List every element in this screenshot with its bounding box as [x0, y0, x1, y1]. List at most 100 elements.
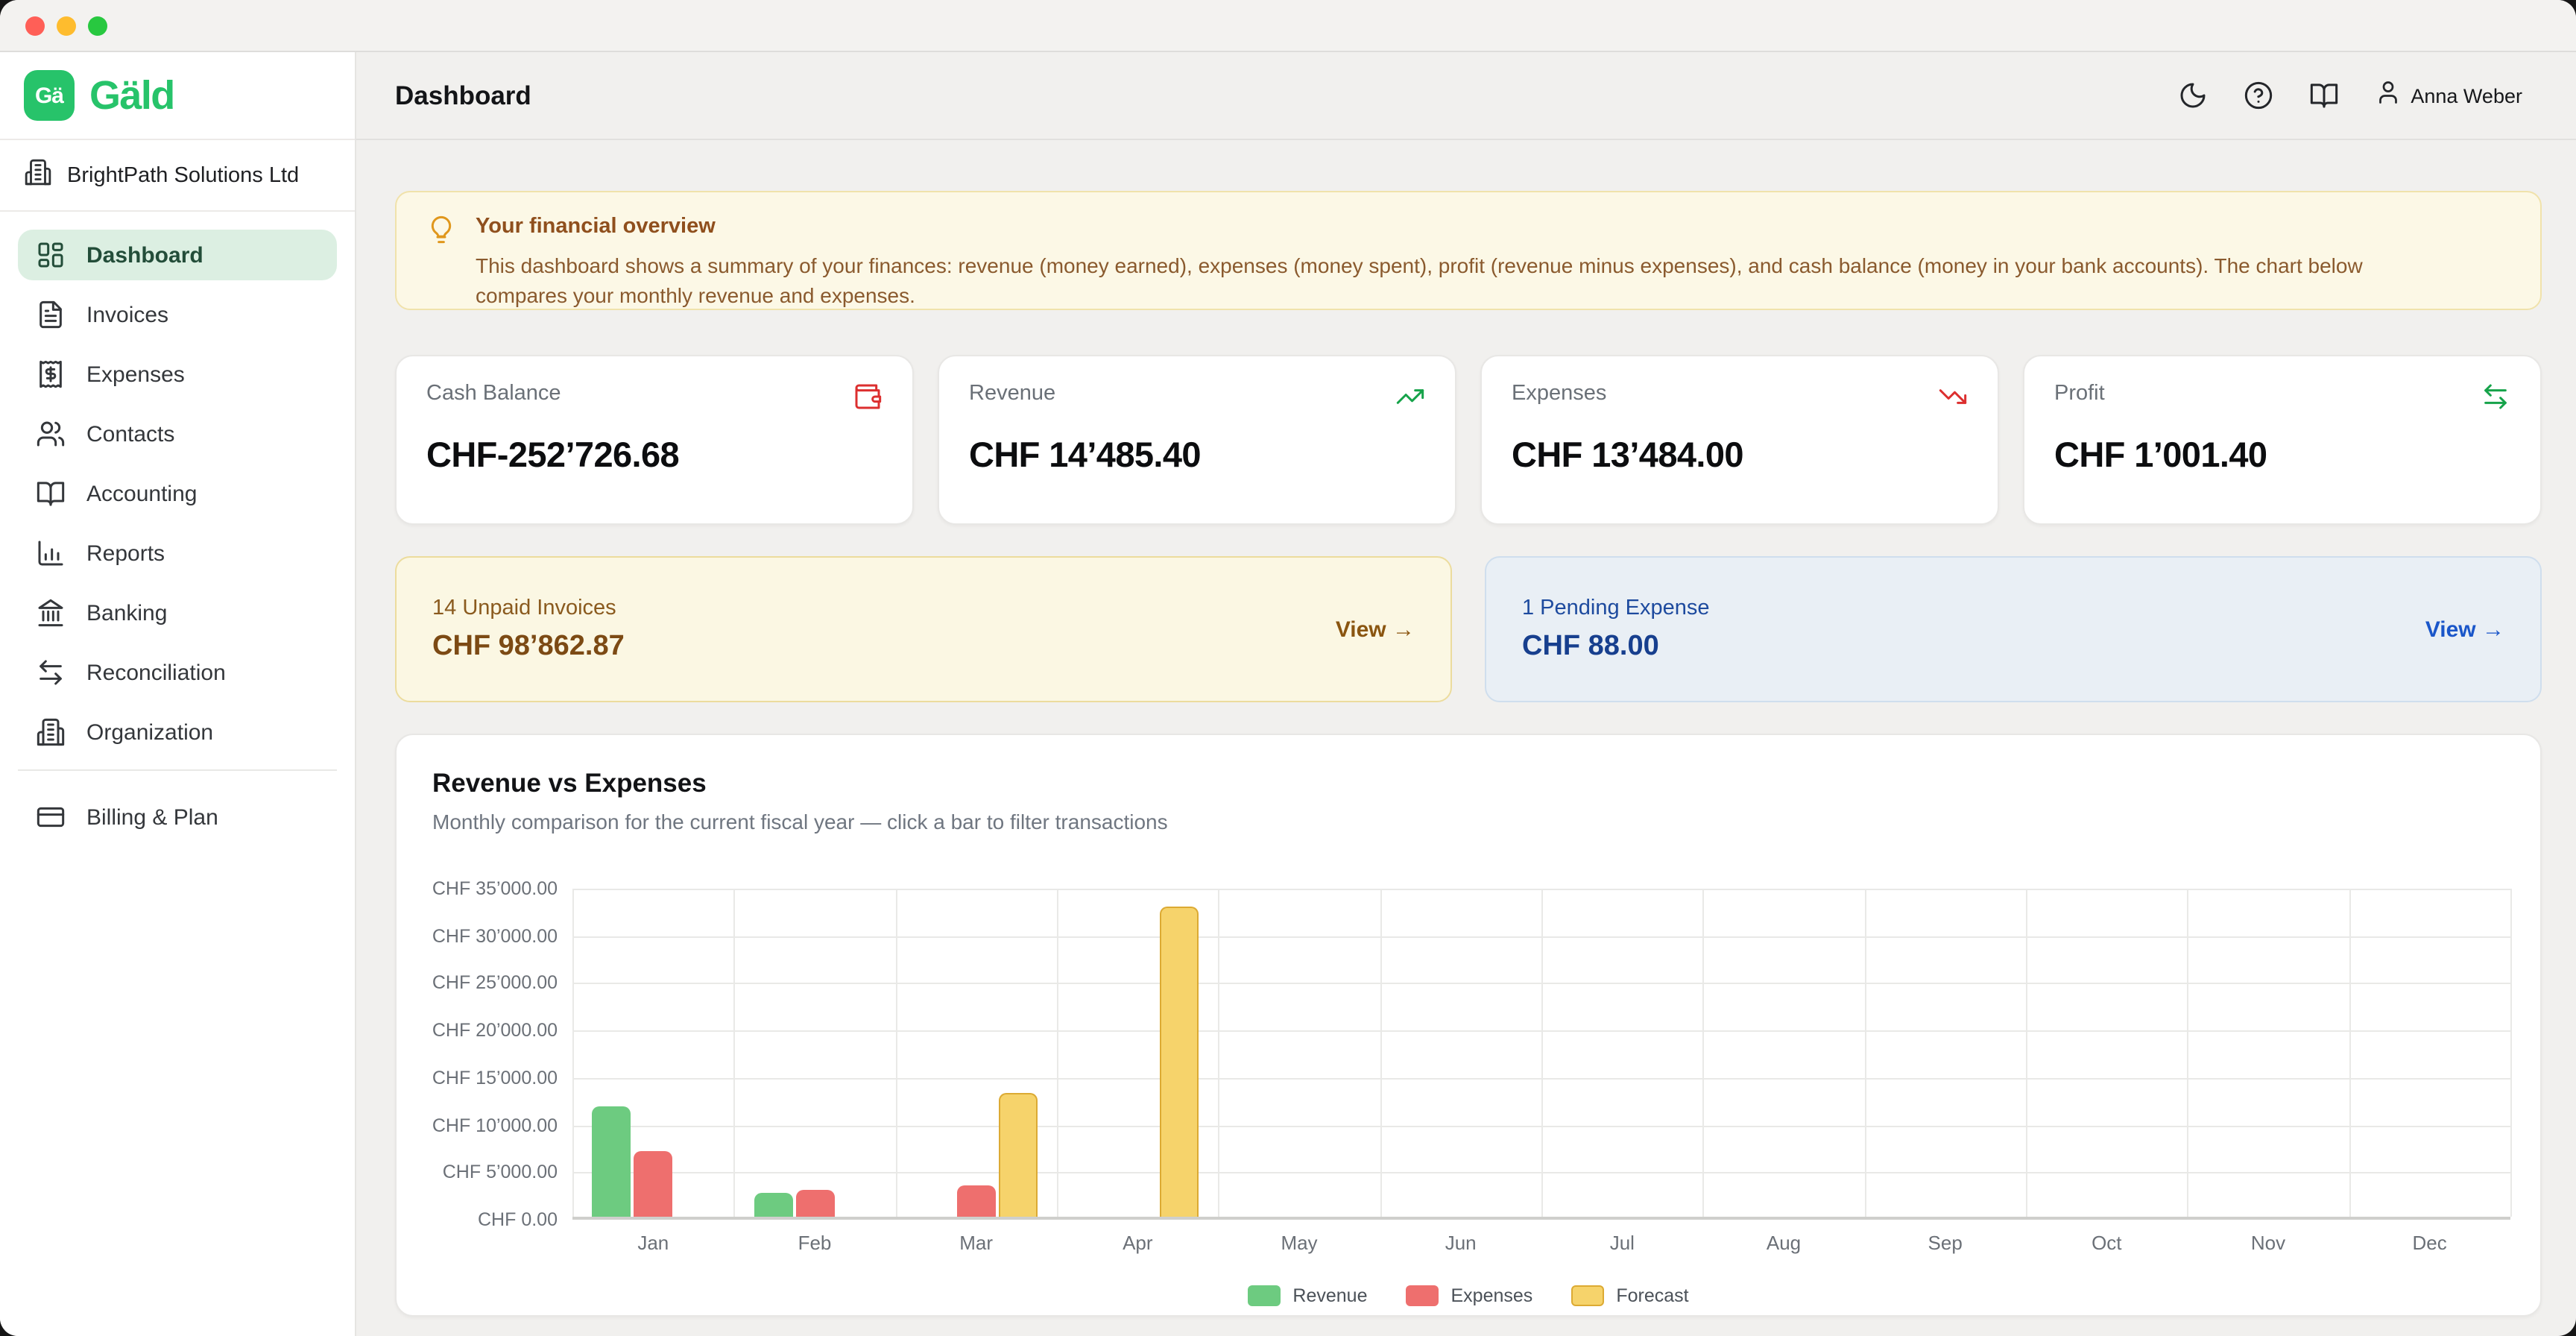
gridline — [1703, 889, 1705, 1217]
layout-dashboard-icon — [36, 240, 66, 270]
gridline — [734, 889, 736, 1217]
stat-cards: Cash BalanceCHF-252’726.68RevenueCHF 14’… — [395, 355, 2542, 525]
alert-card-1-pending-expense: 1 Pending Expense CHF 88.00 View → — [1485, 556, 2542, 702]
screen: Gä Gäld BrightPath Solutions Ltd Dashboa… — [0, 0, 2576, 1336]
alert-title: 14 Unpaid Invoices — [432, 596, 625, 620]
stat-card-profit: Profit CHF 1’001.40 — [2023, 355, 2542, 525]
y-axis-tick: CHF 0.00 — [478, 1209, 558, 1230]
zoom-button[interactable] — [88, 16, 107, 35]
banner-title: Your financial overview — [476, 215, 2363, 239]
company-name: BrightPath Solutions Ltd — [67, 163, 299, 187]
sidebar-item-label: Banking — [86, 600, 167, 626]
sidebar-item-billing-plan[interactable]: Billing & Plan — [18, 792, 337, 842]
chart-legend: Revenue Expenses Forecast — [432, 1285, 2504, 1306]
help-icon[interactable] — [2244, 81, 2273, 110]
sidebar-item-organization[interactable]: Organization — [18, 707, 337, 757]
trending-down-icon — [1938, 382, 1968, 412]
sidebar-item-dashboard[interactable]: Dashboard — [18, 230, 337, 280]
close-button[interactable] — [25, 16, 45, 35]
bar-revenue-jan[interactable] — [592, 1106, 631, 1217]
docs-icon[interactable] — [2309, 81, 2339, 110]
gridline — [2510, 889, 2512, 1217]
x-axis-tick: Apr — [1123, 1232, 1152, 1254]
sidebar-item-label: Organization — [86, 719, 213, 745]
lightbulb-icon — [426, 210, 456, 291]
stat-card-revenue: RevenueCHF 14’485.40 — [938, 355, 1456, 525]
traffic-lights — [25, 16, 107, 35]
users-icon — [36, 419, 66, 449]
legend-label: Revenue — [1292, 1285, 1367, 1306]
company-selector[interactable]: BrightPath Solutions Ltd — [0, 140, 355, 212]
file-text-icon — [36, 300, 66, 330]
legend-swatch — [1571, 1285, 1604, 1306]
x-axis-tick: Jun — [1445, 1232, 1477, 1254]
stat-label: Expenses — [1512, 382, 1606, 406]
alert-cards: 14 Unpaid InvoicesCHF 98’862.87View →1 P… — [395, 556, 2542, 702]
x-axis-tick: Mar — [959, 1232, 993, 1254]
logo-icon: Gä — [24, 70, 75, 121]
dashboard-content: Your financial overview This dashboard s… — [356, 140, 2576, 1336]
gridline — [2349, 889, 2350, 1217]
view-link[interactable]: View → — [2425, 617, 2504, 642]
x-axis-tick: Jan — [637, 1232, 669, 1254]
alert-amount: CHF 88.00 — [1522, 630, 1710, 663]
legend-item-forecast: Forecast — [1571, 1285, 1688, 1306]
x-axis-tick: Oct — [2092, 1232, 2121, 1254]
sidebar: Gä Gäld BrightPath Solutions Ltd Dashboa… — [0, 52, 356, 1336]
sidebar-item-label: Expenses — [86, 362, 185, 387]
user-name: Anna Weber — [2411, 84, 2522, 107]
sidebar-item-contacts[interactable]: Contacts — [18, 409, 337, 459]
sidebar-item-reports[interactable]: Reports — [18, 528, 337, 579]
y-axis-tick: CHF 5’000.00 — [443, 1162, 558, 1183]
banner-text-line1: This dashboard shows a summary of your f… — [476, 250, 2363, 280]
gridline — [1864, 889, 1866, 1217]
arrow-right-left-icon — [2481, 382, 2510, 412]
bar-chart-icon — [36, 538, 66, 568]
x-axis-tick: Sep — [1928, 1232, 1963, 1254]
stat-value: CHF 13’484.00 — [1512, 435, 1968, 476]
bar-revenue-feb[interactable] — [754, 1194, 792, 1217]
alert-card-14-unpaid-invoices: 14 Unpaid InvoicesCHF 98’862.87View → — [395, 556, 1452, 702]
sidebar-item-reconciliation[interactable]: Reconciliation — [18, 647, 337, 698]
legend-item-revenue: Revenue — [1248, 1285, 1367, 1306]
view-link[interactable]: View → — [1336, 617, 1415, 642]
y-axis-tick: CHF 25’000.00 — [432, 973, 558, 994]
trending-up-icon — [1395, 382, 1425, 412]
bar-expenses-feb[interactable] — [795, 1190, 834, 1217]
bar-forecast-mar[interactable] — [999, 1093, 1038, 1217]
sidebar-item-label: Reconciliation — [86, 660, 226, 685]
chart-title: Revenue vs Expenses — [432, 768, 2504, 799]
sidebar-item-label: Billing & Plan — [86, 804, 218, 830]
legend-swatch — [1248, 1285, 1281, 1306]
legend-label: Expenses — [1451, 1285, 1533, 1306]
y-axis-tick: CHF 10’000.00 — [432, 1115, 558, 1135]
page-header: Dashboard Anna Weber — [356, 52, 2576, 140]
sidebar-item-label: Contacts — [86, 421, 174, 447]
user-icon — [2375, 78, 2402, 113]
sidebar-item-expenses[interactable]: Expenses — [18, 349, 337, 400]
x-axis-tick: Feb — [798, 1232, 832, 1254]
gridline — [1380, 889, 1381, 1217]
alert-title: 1 Pending Expense — [1522, 596, 1710, 620]
minimize-button[interactable] — [57, 16, 76, 35]
x-axis-tick: Dec — [2413, 1232, 2447, 1254]
user-menu[interactable]: Anna Weber — [2375, 78, 2522, 113]
sidebar-item-invoices[interactable]: Invoices — [18, 289, 337, 340]
sidebar-item-banking[interactable]: Banking — [18, 587, 337, 638]
bar-expenses-mar[interactable] — [957, 1185, 996, 1217]
app-logo[interactable]: Gä Gäld — [0, 52, 355, 140]
bar-expenses-jan[interactable] — [634, 1151, 672, 1217]
wallet-icon — [853, 382, 883, 412]
app-window: Gä Gäld BrightPath Solutions Ltd Dashboa… — [0, 0, 2576, 1336]
chart-area: CHF 35’000.00CHF 30’000.00CHF 25’000.00C… — [432, 856, 2504, 1317]
stat-label: Profit — [2054, 382, 2105, 406]
logo-name: Gäld — [89, 72, 174, 119]
chart-plot: CHF 35’000.00CHF 30’000.00CHF 25’000.00C… — [572, 889, 2510, 1220]
bar-forecast-apr[interactable] — [1160, 907, 1199, 1217]
x-axis-tick: Jul — [1610, 1232, 1635, 1254]
stat-label: Cash Balance — [426, 382, 561, 406]
legend-swatch — [1407, 1285, 1439, 1306]
sidebar-item-accounting[interactable]: Accounting — [18, 468, 337, 519]
stat-value: CHF 1’001.40 — [2054, 435, 2510, 476]
dark-mode-icon[interactable] — [2178, 81, 2208, 110]
